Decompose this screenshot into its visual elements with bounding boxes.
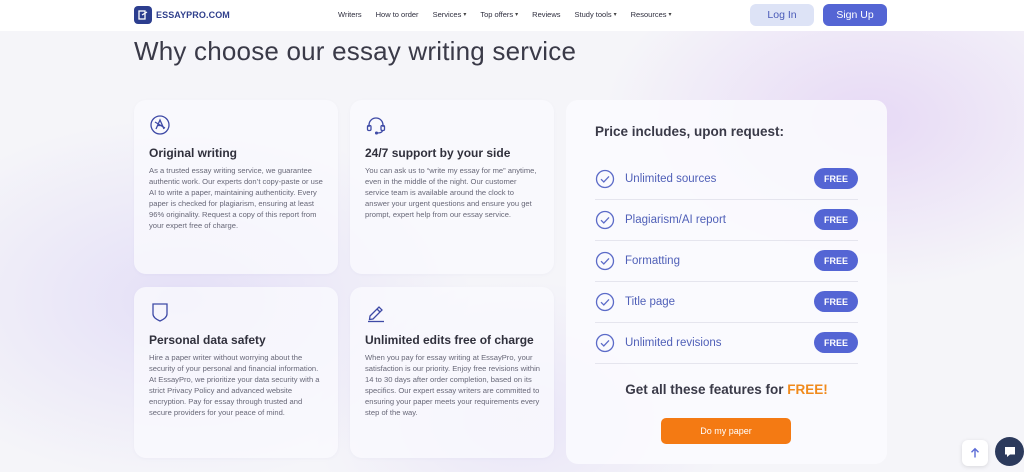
nav-resources[interactable]: Resources ▾ [631,10,672,19]
check-circle-icon [595,292,615,312]
nav-study-tools[interactable]: Study tools ▾ [575,10,617,19]
feature-card-support: 24/7 support by your side You can ask us… [350,100,554,274]
free-badge: FREE [814,209,858,230]
scroll-to-top-button[interactable] [962,440,988,466]
nav-label: How to order [375,10,419,19]
price-title: Price includes, upon request: [595,124,785,139]
feature-card-original-writing: Original writing As a trusted essay writ… [134,100,338,274]
check-circle-icon [595,210,615,230]
nav-label: Resources [630,10,667,19]
nav-label: Reviews [532,10,561,19]
cta-text: Get all these features for FREE! [566,382,887,397]
chat-icon [1004,446,1015,457]
nav-how-to-order[interactable]: How to order [376,10,419,19]
price-feature-list: Unlimited sources FREE Plagiarism/AI rep… [595,159,858,364]
arrow-up-icon [971,447,979,458]
price-item: Unlimited sources FREE [595,159,858,200]
chat-button[interactable] [995,437,1024,466]
feature-title: Original writing [149,146,238,160]
price-item-label: Unlimited revisions [625,337,722,349]
price-panel: Price includes, upon request: Unlimited … [566,100,887,464]
chevron-down-icon: ▾ [613,12,617,18]
nav-label: Top offers [480,10,514,19]
check-circle-icon [595,169,615,189]
chevron-down-icon: ▾ [668,12,672,18]
do-my-paper-button[interactable]: Do my paper [661,418,791,444]
feature-text: Hire a paper writer without worrying abo… [149,353,320,418]
cta-highlight: FREE! [787,382,828,397]
nav-label: Writers [338,10,362,19]
price-item-label: Title page [625,296,676,308]
feature-title: 24/7 support by your side [365,146,511,160]
nav-writers[interactable]: Writers [338,10,362,19]
check-circle-icon [595,333,615,353]
feature-text: As a trusted essay writing service, we g… [149,166,323,231]
price-item-label: Unlimited sources [625,173,717,185]
logo-text: ESSAYPRO.COM [156,10,230,20]
logo[interactable]: ESSAYPRO.COM [134,6,230,24]
chevron-down-icon: ▾ [515,12,519,18]
free-badge: FREE [814,168,858,189]
nav-services[interactable]: Services ▾ [433,10,467,19]
section-title: Why choose our essay writing service [134,36,577,66]
feature-card-data-safety: Personal data safety Hire a paper writer… [134,287,338,458]
free-badge: FREE [814,291,858,312]
pencil-icon [365,301,387,323]
chevron-down-icon: ▾ [463,12,467,18]
feature-title: Personal data safety [149,333,266,347]
price-item-label: Plagiarism/AI report [625,214,726,226]
price-item: Unlimited revisions FREE [595,323,858,364]
nav-top-offers[interactable]: Top offers ▾ [480,10,518,19]
nav-label: Study tools [574,10,612,19]
headset-icon [365,114,387,136]
free-badge: FREE [814,250,858,271]
site-header: ESSAYPRO.COM Writers How to order Servic… [0,0,1024,31]
login-button[interactable]: Log In [750,4,814,26]
feature-title: Unlimited edits free of charge [365,333,534,347]
check-circle-icon [595,251,615,271]
cta-prefix: Get all these features for [625,382,788,397]
signup-button[interactable]: Sign Up [823,4,887,26]
main-nav: Writers How to order Services ▾ Top offer… [338,10,672,19]
shield-icon [149,301,171,323]
price-item: Title page FREE [595,282,858,323]
nav-reviews[interactable]: Reviews [532,10,560,19]
price-item: Formatting FREE [595,241,858,282]
logo-icon [134,6,152,24]
price-item-label: Formatting [625,255,680,267]
compass-pen-icon [149,114,171,136]
free-badge: FREE [814,332,858,353]
feature-text: You can ask us to “write my essay for me… [365,166,537,220]
feature-card-unlimited-edits: Unlimited edits free of charge When you … [350,287,554,458]
price-item: Plagiarism/AI report FREE [595,200,858,241]
nav-label: Services [432,10,462,19]
feature-text: When you pay for essay writing at EssayP… [365,353,541,418]
